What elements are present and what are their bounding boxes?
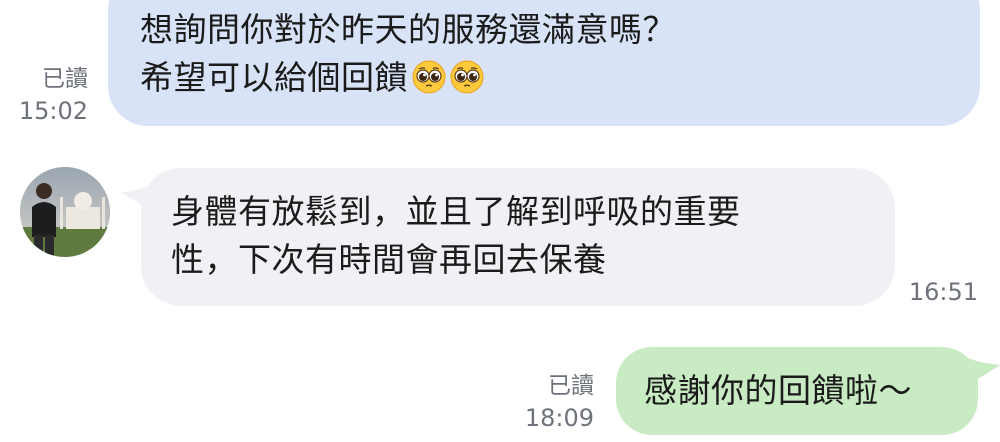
message-line: 感謝你的回饋啦～ — [644, 371, 912, 410]
message-line: 性，下次有時間會再回去保養 — [171, 240, 607, 279]
message-timestamp: 16:51 — [908, 278, 978, 306]
message-line-text: 希望可以給個回饋 — [140, 58, 408, 97]
avatar-photo — [20, 167, 110, 257]
outgoing-message-bubble[interactable]: 感謝你的回饋啦～ — [616, 347, 978, 435]
outgoing-message-bubble[interactable]: 想詢問你對於昨天的服務還滿意嗎？ 希望可以給個回饋 — [108, 0, 980, 126]
incoming-message-bubble[interactable]: 身體有放鬆到，並且了解到呼吸的重要 性，下次有時間會再回去保養 — [141, 168, 895, 306]
contact-avatar[interactable] — [20, 167, 110, 257]
pleading-face-icon — [450, 60, 484, 94]
chat-thread: 想詢問你對於昨天的服務還滿意嗎？ 希望可以給個回饋 已讀 15:02 身體有放鬆… — [0, 0, 1000, 442]
message-line: 希望可以給個回饋 — [140, 54, 980, 102]
read-receipt: 已讀 — [548, 373, 594, 399]
message-meta: 已讀 15:02 — [4, 63, 88, 127]
read-receipt: 已讀 — [42, 66, 88, 92]
message-timestamp: 18:09 — [524, 404, 594, 432]
message-meta: 16:51 — [890, 276, 978, 308]
message-line: 身體有放鬆到，並且了解到呼吸的重要 — [171, 192, 741, 231]
pleading-face-icon — [412, 60, 446, 94]
message-line: 想詢問你對於昨天的服務還滿意嗎？ — [140, 10, 676, 49]
message-timestamp: 15:02 — [18, 97, 88, 125]
message-meta: 已讀 18:09 — [508, 370, 594, 434]
